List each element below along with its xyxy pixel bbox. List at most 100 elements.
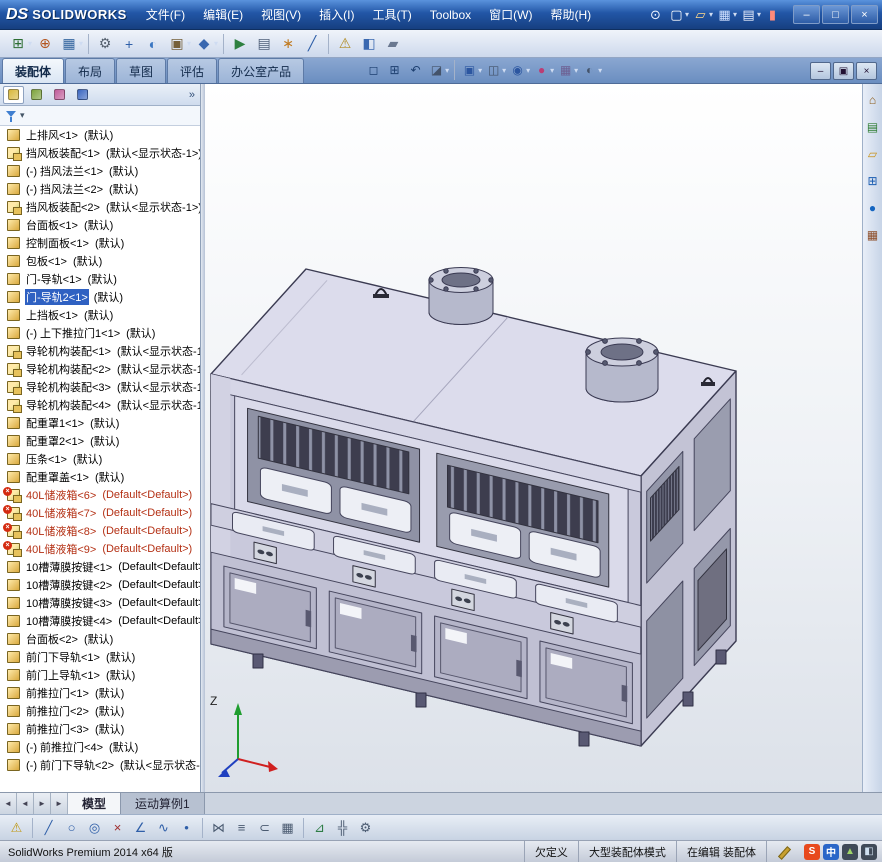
dropdown-caret-icon[interactable]: ▾ [757, 10, 761, 19]
tree-item[interactable]: 10槽薄膜按键<1> (Default<Default>) [0, 558, 200, 576]
tree-item[interactable]: 配重罩盖<1> (默认) [0, 468, 200, 486]
tree-item[interactable]: 台面板<1> (默认) [0, 216, 200, 234]
menu-item[interactable]: 帮助(H) [541, 1, 600, 28]
offset-entities-icon[interactable]: ≡ [230, 817, 253, 839]
tree-item[interactable]: (-) 挡风法兰<1> (默认) [0, 162, 200, 180]
dropdown-caret-icon[interactable]: ▾ [550, 66, 554, 75]
tree-item[interactable]: 门-导轨2<1> (默认) [0, 288, 200, 306]
trim-entities-icon[interactable]: × [106, 817, 129, 839]
bill-of-materials-icon[interactable]: ▤ [252, 32, 276, 55]
filter-caret-icon[interactable]: ▾ [20, 110, 25, 121]
doc-minimize-button[interactable]: – [810, 62, 831, 80]
tree-item[interactable]: × 40L储液箱<9> (Default<Default>) [0, 540, 200, 558]
tree-item[interactable]: 台面板<2> (默认) [0, 630, 200, 648]
save-icon[interactable]: ▦ [714, 5, 735, 25]
minimize-button[interactable]: – [793, 5, 820, 24]
scroll-last-button[interactable]: ► [51, 793, 68, 814]
display-style-icon[interactable]: ◫ [483, 61, 504, 80]
circle-tool-icon[interactable]: ○ [60, 817, 83, 839]
tree-item[interactable]: 前推拉门<1> (默认) [0, 684, 200, 702]
file-explorer-icon[interactable]: ▱ [865, 146, 881, 162]
tree-item[interactable]: 配重罩1<1> (默认) [0, 414, 200, 432]
command-tab[interactable]: 装配体 [2, 58, 65, 83]
menu-item[interactable]: 视图(V) [252, 1, 310, 28]
dropdown-caret-icon[interactable]: ▾ [28, 39, 32, 48]
dropdown-caret-icon[interactable]: ▾ [685, 10, 689, 19]
tree-item[interactable]: 上排风<1> (默认) [0, 126, 200, 144]
tree-item[interactable]: 导轮机构装配<1> (默认<显示状态-1>) [0, 342, 200, 360]
menu-item[interactable]: 窗口(W) [480, 1, 541, 28]
dropdown-caret-icon[interactable]: ▾ [478, 66, 482, 75]
tree-item[interactable]: × 40L储液箱<7> (Default<Default>) [0, 504, 200, 522]
maximize-button[interactable]: □ [822, 5, 849, 24]
tree-item[interactable]: 挡风板装配<2> (默认<显示状态-1>) [0, 198, 200, 216]
linear-component-pattern-icon[interactable]: ▦ [57, 32, 81, 55]
tree-item[interactable]: 控制面板<1> (默认) [0, 234, 200, 252]
design-library-icon[interactable]: ▤ [865, 119, 881, 135]
grid-snap-icon[interactable]: ⊿ [308, 817, 331, 839]
line-tool-icon[interactable]: ╱ [37, 817, 60, 839]
zoom-to-area-icon[interactable]: ⊞ [384, 61, 405, 80]
mirror-entities-icon[interactable]: ⋈ [207, 817, 230, 839]
hide-show-items-icon[interactable]: ◉ [507, 61, 528, 80]
point-tool-icon[interactable]: • [175, 817, 198, 839]
mate-icon[interactable]: ⊕ [33, 32, 57, 55]
viewport-canvas[interactable]: Z [205, 84, 862, 792]
smart-fasteners-icon[interactable]: ⚙ [93, 32, 117, 55]
edit-appearance-icon[interactable]: ● [531, 61, 552, 80]
feature-manager-tab[interactable] [3, 85, 24, 104]
tree-item[interactable]: (-) 上下推拉门1<1> (默认) [0, 324, 200, 342]
dropdown-caret-icon[interactable]: ▾ [574, 66, 578, 75]
tree-item[interactable]: 前推拉门<2> (默认) [0, 702, 200, 720]
dropdown-caret-icon[interactable]: ▾ [445, 66, 449, 75]
previous-view-icon[interactable]: ↶ [405, 61, 426, 80]
apply-scene-icon[interactable]: ▦ [555, 61, 576, 80]
viewport[interactable]: Z [205, 84, 862, 792]
panel-expand-chevron[interactable]: » [189, 89, 197, 101]
sogou-input-icon[interactable]: S [804, 843, 820, 860]
ellipse-tool-icon[interactable]: ◎ [83, 817, 106, 839]
section-view-icon[interactable]: ◪ [426, 61, 447, 80]
custom-properties-icon[interactable]: ▦ [865, 227, 881, 243]
show-hidden-components-icon[interactable]: ◐ [141, 32, 165, 55]
doc-restore-button[interactable]: ▣ [833, 62, 854, 80]
tree-item[interactable]: (-) 前推拉门<4> (默认) [0, 738, 200, 756]
view-palette-icon[interactable]: ⊞ [865, 173, 881, 189]
tray-show-icon[interactable]: ▲ [842, 843, 858, 860]
tray-network-icon[interactable]: ◧ [861, 843, 877, 860]
centerline-tool-icon[interactable]: ∠ [129, 817, 152, 839]
assembly-features-icon[interactable]: ▣ [165, 32, 189, 55]
zoom-to-fit-icon[interactable]: ◻ [363, 61, 384, 80]
open-file-icon[interactable]: ▱ [690, 5, 711, 25]
tree-item[interactable]: 导轮机构装配<2> (默认<显示状态-1>) [0, 360, 200, 378]
command-tab[interactable]: 草图 [116, 58, 167, 83]
instant-3d-icon[interactable]: ◧ [357, 32, 381, 55]
command-tab[interactable]: 评估 [167, 58, 218, 83]
tree-item[interactable]: × 40L储液箱<6> (Default<Default>) [0, 486, 200, 504]
sketch-settings-icon[interactable]: ⚙ [354, 817, 377, 839]
insert-components-icon[interactable]: ⊞ [6, 32, 30, 55]
home-icon[interactable]: ⌂ [865, 92, 881, 108]
tree-item[interactable]: 10槽薄膜按键<4> (Default<Default>) [0, 612, 200, 630]
tree-item[interactable]: 10槽薄膜按键<3> (Default<Default>) [0, 594, 200, 612]
filter-funnel-icon[interactable] [5, 109, 17, 123]
display-manager-tab[interactable] [72, 86, 93, 104]
quick-snaps-icon[interactable]: ╬ [331, 817, 354, 839]
tree-item[interactable]: × 40L储液箱<8> (Default<Default>) [0, 522, 200, 540]
document-tab[interactable]: 运动算例1 [121, 793, 205, 814]
tree-item[interactable]: (-) 挡风法兰<2> (默认) [0, 180, 200, 198]
tree-item[interactable]: 前门上导轨<1> (默认) [0, 666, 200, 684]
move-component-icon[interactable]: + [117, 32, 141, 55]
command-tab[interactable]: 办公室产品 [218, 58, 305, 83]
rebuild-icon[interactable]: ▮ [762, 5, 783, 25]
tree-item[interactable]: 包板<1> (默认) [0, 252, 200, 270]
menu-item[interactable]: 工具(T) [363, 1, 420, 28]
tree-item[interactable]: (-) 前门下导轨<2> (默认<显示状态-1>) [0, 756, 200, 774]
ime-chinese-icon[interactable]: 中 [823, 843, 839, 860]
document-tab[interactable]: 模型 [68, 793, 122, 814]
dropdown-caret-icon[interactable]: ▾ [79, 39, 83, 48]
spline-tool-icon[interactable]: ∿ [152, 817, 175, 839]
menu-item[interactable]: Toolbox [421, 3, 480, 27]
dropdown-caret-icon[interactable]: ▾ [187, 39, 191, 48]
configuration-manager-tab[interactable] [49, 86, 70, 104]
